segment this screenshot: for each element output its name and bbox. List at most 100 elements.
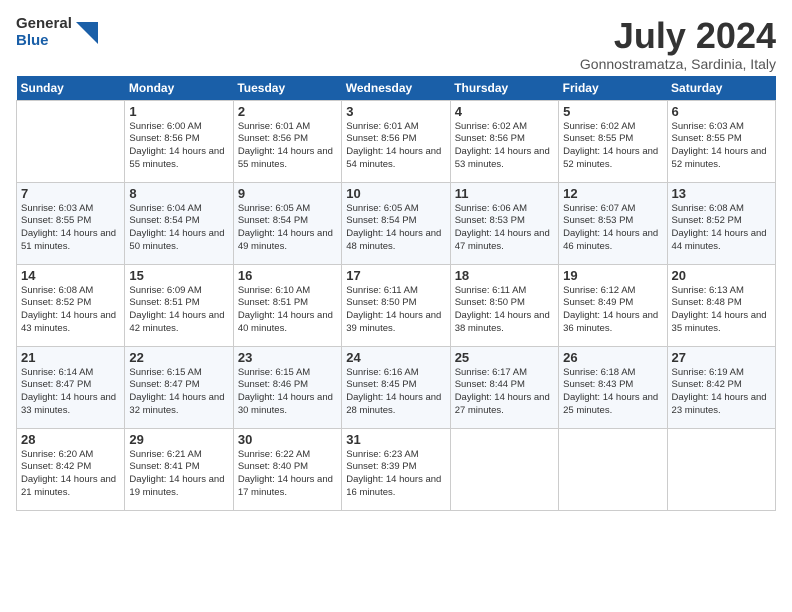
header-monday: Monday xyxy=(125,76,233,101)
day-number: 30 xyxy=(238,432,337,447)
day-sunset: Sunset: 8:54 PM xyxy=(238,215,337,228)
day-daylight: Daylight: 14 hours and 52 minutes. xyxy=(672,146,771,172)
day-sunrise: Sunrise: 6:20 AM xyxy=(21,449,120,462)
day-sunset: Sunset: 8:52 PM xyxy=(672,215,771,228)
day-daylight: Daylight: 14 hours and 51 minutes. xyxy=(21,228,120,254)
day-sunrise: Sunrise: 6:01 AM xyxy=(346,121,445,134)
day-sunrise: Sunrise: 6:07 AM xyxy=(563,203,662,216)
day-sunset: Sunset: 8:55 PM xyxy=(21,215,120,228)
day-sunset: Sunset: 8:56 PM xyxy=(238,133,337,146)
day-sunrise: Sunrise: 6:14 AM xyxy=(21,367,120,380)
day-sunrise: Sunrise: 6:04 AM xyxy=(129,203,228,216)
calendar-header-row: SundayMondayTuesdayWednesdayThursdayFrid… xyxy=(17,76,776,101)
day-sunset: Sunset: 8:54 PM xyxy=(129,215,228,228)
calendar-cell: 21 Sunrise: 6:14 AM Sunset: 8:47 PM Dayl… xyxy=(17,346,125,428)
header-thursday: Thursday xyxy=(450,76,558,101)
day-daylight: Daylight: 14 hours and 42 minutes. xyxy=(129,310,228,336)
week-row-1: 1 Sunrise: 6:00 AM Sunset: 8:56 PM Dayli… xyxy=(17,100,776,182)
day-number: 25 xyxy=(455,350,554,365)
day-number: 6 xyxy=(672,104,771,119)
calendar-cell: 2 Sunrise: 6:01 AM Sunset: 8:56 PM Dayli… xyxy=(233,100,341,182)
day-sunset: Sunset: 8:51 PM xyxy=(129,297,228,310)
day-number: 21 xyxy=(21,350,120,365)
header-friday: Friday xyxy=(559,76,667,101)
calendar-cell: 16 Sunrise: 6:10 AM Sunset: 8:51 PM Dayl… xyxy=(233,264,341,346)
day-number: 27 xyxy=(672,350,771,365)
day-sunset: Sunset: 8:42 PM xyxy=(21,461,120,474)
day-sunset: Sunset: 8:53 PM xyxy=(455,215,554,228)
day-daylight: Daylight: 14 hours and 48 minutes. xyxy=(346,228,445,254)
day-sunrise: Sunrise: 6:00 AM xyxy=(129,121,228,134)
day-daylight: Daylight: 14 hours and 32 minutes. xyxy=(129,392,228,418)
calendar-cell: 27 Sunrise: 6:19 AM Sunset: 8:42 PM Dayl… xyxy=(667,346,775,428)
calendar-cell xyxy=(450,428,558,510)
day-daylight: Daylight: 14 hours and 54 minutes. xyxy=(346,146,445,172)
day-daylight: Daylight: 14 hours and 50 minutes. xyxy=(129,228,228,254)
day-sunset: Sunset: 8:54 PM xyxy=(346,215,445,228)
day-daylight: Daylight: 14 hours and 21 minutes. xyxy=(21,474,120,500)
day-number: 4 xyxy=(455,104,554,119)
calendar-cell: 12 Sunrise: 6:07 AM Sunset: 8:53 PM Dayl… xyxy=(559,182,667,264)
day-sunrise: Sunrise: 6:12 AM xyxy=(563,285,662,298)
day-sunrise: Sunrise: 6:08 AM xyxy=(672,203,771,216)
day-sunset: Sunset: 8:56 PM xyxy=(129,133,228,146)
main-title: July 2024 xyxy=(580,16,776,56)
day-sunrise: Sunrise: 6:17 AM xyxy=(455,367,554,380)
week-row-5: 28 Sunrise: 6:20 AM Sunset: 8:42 PM Dayl… xyxy=(17,428,776,510)
header-tuesday: Tuesday xyxy=(233,76,341,101)
day-sunset: Sunset: 8:47 PM xyxy=(129,379,228,392)
day-number: 9 xyxy=(238,186,337,201)
day-daylight: Daylight: 14 hours and 27 minutes. xyxy=(455,392,554,418)
day-number: 15 xyxy=(129,268,228,283)
logo-arrow-icon xyxy=(76,22,98,44)
day-daylight: Daylight: 14 hours and 46 minutes. xyxy=(563,228,662,254)
day-sunset: Sunset: 8:55 PM xyxy=(563,133,662,146)
calendar-cell: 14 Sunrise: 6:08 AM Sunset: 8:52 PM Dayl… xyxy=(17,264,125,346)
day-number: 5 xyxy=(563,104,662,119)
day-sunset: Sunset: 8:47 PM xyxy=(21,379,120,392)
calendar-cell: 10 Sunrise: 6:05 AM Sunset: 8:54 PM Dayl… xyxy=(342,182,450,264)
day-number: 28 xyxy=(21,432,120,447)
day-number: 11 xyxy=(455,186,554,201)
logo-blue-text: Blue xyxy=(16,33,72,50)
day-sunrise: Sunrise: 6:18 AM xyxy=(563,367,662,380)
day-sunrise: Sunrise: 6:10 AM xyxy=(238,285,337,298)
day-daylight: Daylight: 14 hours and 53 minutes. xyxy=(455,146,554,172)
day-daylight: Daylight: 14 hours and 52 minutes. xyxy=(563,146,662,172)
day-number: 20 xyxy=(672,268,771,283)
day-daylight: Daylight: 14 hours and 47 minutes. xyxy=(455,228,554,254)
day-daylight: Daylight: 14 hours and 16 minutes. xyxy=(346,474,445,500)
day-daylight: Daylight: 14 hours and 49 minutes. xyxy=(238,228,337,254)
day-number: 31 xyxy=(346,432,445,447)
day-daylight: Daylight: 14 hours and 33 minutes. xyxy=(21,392,120,418)
day-sunrise: Sunrise: 6:23 AM xyxy=(346,449,445,462)
calendar-cell: 26 Sunrise: 6:18 AM Sunset: 8:43 PM Dayl… xyxy=(559,346,667,428)
calendar-cell xyxy=(559,428,667,510)
day-daylight: Daylight: 14 hours and 28 minutes. xyxy=(346,392,445,418)
calendar-cell: 23 Sunrise: 6:15 AM Sunset: 8:46 PM Dayl… xyxy=(233,346,341,428)
day-number: 2 xyxy=(238,104,337,119)
calendar-cell: 28 Sunrise: 6:20 AM Sunset: 8:42 PM Dayl… xyxy=(17,428,125,510)
calendar-cell: 8 Sunrise: 6:04 AM Sunset: 8:54 PM Dayli… xyxy=(125,182,233,264)
day-daylight: Daylight: 14 hours and 40 minutes. xyxy=(238,310,337,336)
day-number: 18 xyxy=(455,268,554,283)
day-number: 13 xyxy=(672,186,771,201)
day-sunrise: Sunrise: 6:08 AM xyxy=(21,285,120,298)
day-sunrise: Sunrise: 6:13 AM xyxy=(672,285,771,298)
day-sunset: Sunset: 8:56 PM xyxy=(346,133,445,146)
header-wednesday: Wednesday xyxy=(342,76,450,101)
week-row-2: 7 Sunrise: 6:03 AM Sunset: 8:55 PM Dayli… xyxy=(17,182,776,264)
day-number: 23 xyxy=(238,350,337,365)
calendar-cell: 31 Sunrise: 6:23 AM Sunset: 8:39 PM Dayl… xyxy=(342,428,450,510)
day-daylight: Daylight: 14 hours and 44 minutes. xyxy=(672,228,771,254)
day-number: 7 xyxy=(21,186,120,201)
day-number: 19 xyxy=(563,268,662,283)
day-number: 10 xyxy=(346,186,445,201)
day-number: 17 xyxy=(346,268,445,283)
day-sunrise: Sunrise: 6:15 AM xyxy=(238,367,337,380)
calendar-cell: 1 Sunrise: 6:00 AM Sunset: 8:56 PM Dayli… xyxy=(125,100,233,182)
calendar-cell: 18 Sunrise: 6:11 AM Sunset: 8:50 PM Dayl… xyxy=(450,264,558,346)
day-sunset: Sunset: 8:48 PM xyxy=(672,297,771,310)
title-block: July 2024 Gonnostramatza, Sardinia, Ital… xyxy=(580,16,776,72)
day-sunrise: Sunrise: 6:05 AM xyxy=(238,203,337,216)
